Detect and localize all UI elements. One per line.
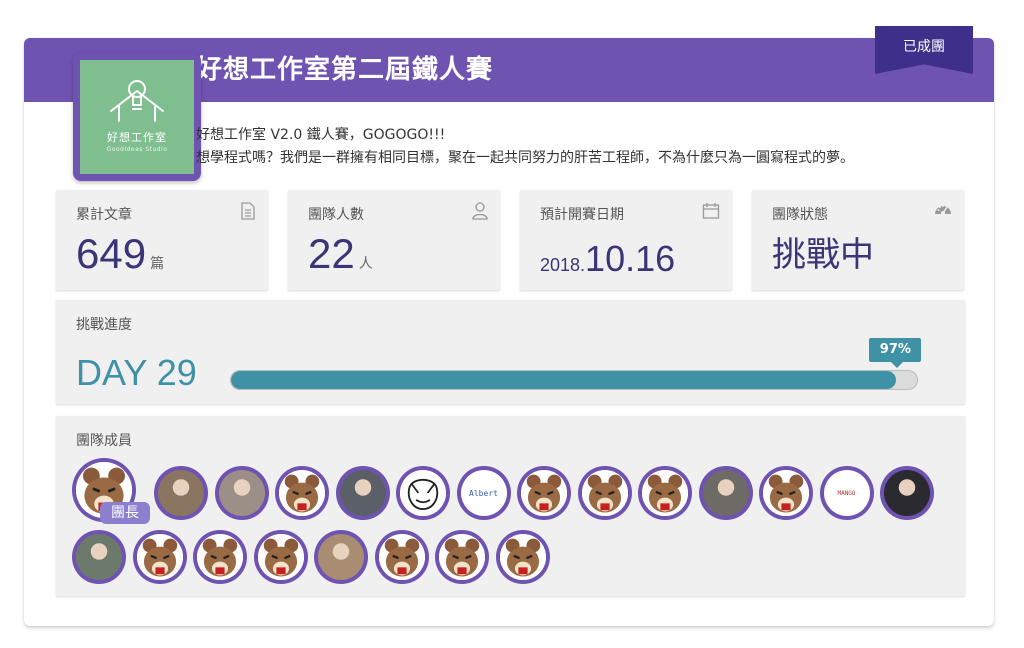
member-avatar-text: MANGO [837,489,856,497]
member-avatar-image [339,470,386,516]
member-avatar[interactable] [253,530,308,584]
member-avatar[interactable] [880,466,934,520]
document-icon [241,202,255,220]
members-label: 團隊成員 [76,433,132,449]
member-avatar-image [136,534,183,580]
stat-members-value-group: 22 人 [308,230,373,278]
member-avatar[interactable] [214,466,269,520]
team-card: 好想工作室第二屆鐵人賽 已成團 好想工作室 GoodIdeas·Studio 好… [24,26,994,626]
member-avatar-image [702,470,749,516]
progress-day: DAY 29 [76,352,197,393]
stat-articles-value: 649 [76,230,147,277]
stat-members-unit: 人 [358,256,373,272]
user-icon [472,202,488,220]
member-avatar-image [439,534,485,580]
stat-status-label: 團隊狀態 [772,207,828,223]
stat-members-value: 22 [308,230,355,277]
member-avatar[interactable] [638,466,692,520]
member-avatar[interactable] [314,530,368,584]
team-logo-image: 好想工作室 GoodIdeas·Studio [80,60,194,174]
lightbulb-house-icon [110,80,164,122]
member-avatar[interactable]: Albert [456,466,511,520]
stat-articles-label: 累計文章 [76,207,132,223]
member-avatar-image [521,470,567,516]
stat-status-value-group: 挑戰中 [772,230,874,280]
stat-members: 團隊人數 22 人 [288,190,500,290]
team-members: 團隊成員 Albert MANGO 團長 [56,416,965,596]
member-avatar[interactable] [517,466,571,520]
stat-start-date: 預計開賽日期 2018.10.16 [520,190,732,290]
stat-members-label: 團隊人數 [308,207,364,223]
member-avatar-image [257,534,304,580]
member-avatar[interactable] [495,530,550,584]
member-avatar-image [318,534,364,580]
stat-status-value: 挑戰中 [772,235,874,275]
member-avatar-image [279,470,325,516]
member-avatar[interactable] [132,530,187,584]
stat-date-year: 2018. [540,255,586,275]
stat-date-label: 預計開賽日期 [540,207,624,223]
member-avatar-image [76,534,122,580]
progress-percent-badge: 97% [869,338,922,368]
member-avatar-image [197,534,243,580]
leader-badge: 團長 [100,502,150,524]
logo-subtext: GoodIdeas·Studio [106,146,168,153]
member-avatar[interactable] [335,466,390,520]
member-avatar-text: Albert [469,488,498,498]
member-avatar[interactable] [435,530,489,584]
team-title[interactable]: 好想工作室第二屆鐵人賽 [196,52,493,88]
member-avatar[interactable]: MANGO [819,466,874,520]
member-avatar-image [581,470,628,516]
member-avatar-image [499,534,546,580]
member-avatar-image [218,470,265,516]
stat-date-value-group: 2018.10.16 [540,238,675,280]
member-avatar-image [763,470,809,516]
member-avatar[interactable] [396,466,450,520]
status-ribbon-label: 已成團 [903,39,945,55]
member-avatar[interactable] [759,466,813,520]
team-description: 好想工作室 V2.0 鐵人賽，GOGOGO!!! 想學程式嗎？我們是一群擁有相同… [196,124,976,170]
member-avatar-image: Albert [460,470,507,516]
member-avatar[interactable] [374,530,429,584]
member-avatar[interactable] [275,466,329,520]
challenge-progress: 挑戰進度 DAY 29 97% [56,300,965,404]
member-avatar-image [158,470,204,516]
progress-label: 挑戰進度 [76,317,132,333]
stat-team-status: 團隊狀態 挑戰中 [752,190,964,290]
member-avatar[interactable] [154,466,208,520]
member-avatar-image [400,470,446,516]
member-avatar[interactable] [72,530,126,584]
member-avatar-image: MANGO [823,470,870,516]
member-avatar-image [884,470,930,516]
stat-articles-value-group: 649 篇 [76,230,164,278]
description-line-2: 想學程式嗎？我們是一群擁有相同目標，聚在一起共同努力的肝苦工程師，不為什麼只為一… [196,150,854,166]
member-avatar-image [378,534,425,580]
progress-bar-fill [231,371,897,389]
stat-date-monthday: 10.16 [585,238,676,279]
member-avatar[interactable] [193,530,247,584]
stat-articles: 累計文章 649 篇 [56,190,268,290]
dashboard-icon [935,205,951,215]
member-avatar[interactable] [577,466,632,520]
progress-bar-track [230,370,918,390]
calendar-icon [702,203,720,219]
stat-articles-unit: 篇 [150,256,165,272]
team-logo[interactable]: 好想工作室 GoodIdeas·Studio [73,53,201,181]
logo-text: 好想工作室 [107,131,167,144]
member-avatar[interactable] [698,466,753,520]
member-avatar-image [642,470,688,516]
description-line-1: 好想工作室 V2.0 鐵人賽，GOGOGO!!! [196,127,446,143]
